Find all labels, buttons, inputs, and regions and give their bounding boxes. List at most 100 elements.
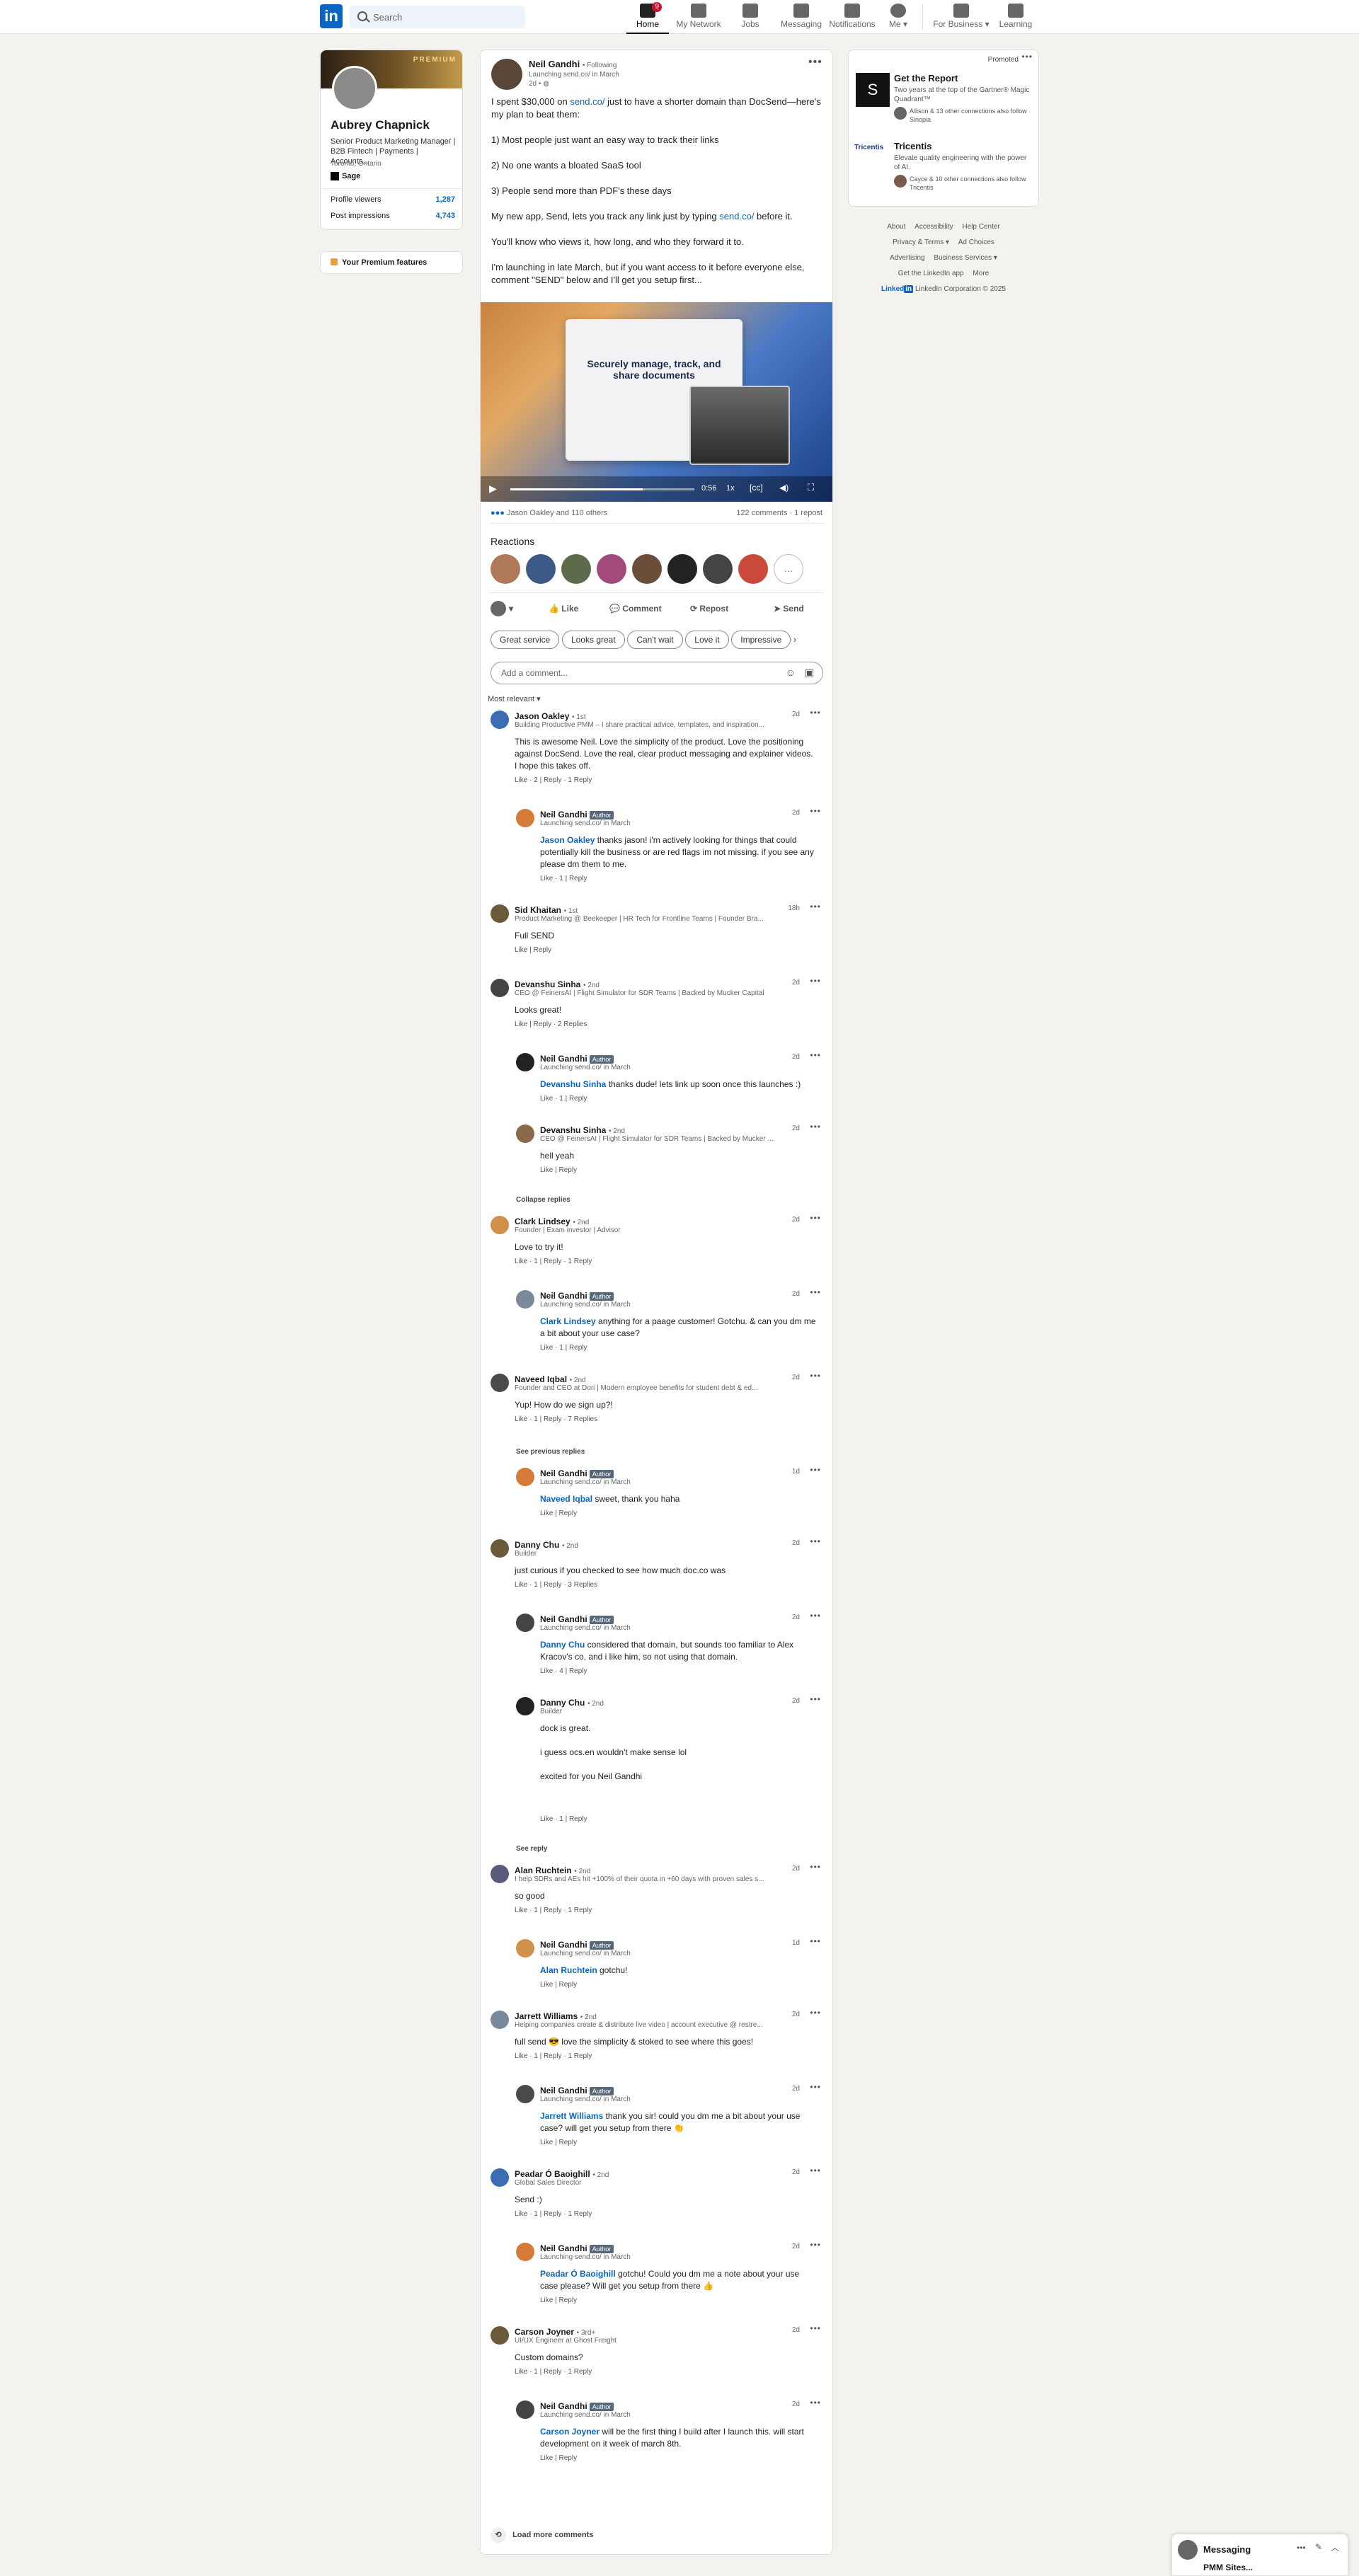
avatar[interactable] bbox=[703, 554, 733, 584]
footer-link[interactable]: Privacy & Terms ▾ bbox=[893, 238, 949, 246]
avatar[interactable] bbox=[516, 1939, 534, 1957]
avatar[interactable] bbox=[491, 979, 509, 997]
mention-link[interactable]: Devanshu Sinha bbox=[540, 1079, 606, 1089]
commenter-name[interactable]: Neil Gandhi bbox=[540, 2401, 587, 2411]
commenter-name[interactable]: Danny Chu bbox=[515, 1540, 559, 1550]
more-options-icon[interactable]: ••• bbox=[810, 2323, 821, 2333]
avatar[interactable] bbox=[491, 2168, 509, 2187]
commenter-name[interactable]: Devanshu Sinha bbox=[540, 1125, 606, 1135]
comment-actions[interactable]: Like | Reply bbox=[540, 2139, 577, 2146]
commenter-name[interactable]: Neil Gandhi bbox=[540, 1614, 587, 1624]
more-options-icon[interactable]: ••• bbox=[1297, 2543, 1306, 2553]
post-author[interactable]: Neil Gandhi • Following bbox=[529, 59, 617, 69]
more-options-icon[interactable]: ••• bbox=[810, 1050, 821, 1060]
comment-button[interactable]: 💬 Comment bbox=[609, 604, 662, 614]
comment-actions[interactable]: Like · 1 | Reply · 1 Reply bbox=[515, 2052, 592, 2060]
more-options-icon[interactable]: ••• bbox=[810, 1371, 821, 1381]
mention-link[interactable]: Carson Joyner bbox=[540, 2427, 600, 2437]
ad-title[interactable]: Get the Report bbox=[894, 73, 958, 84]
volume-icon[interactable]: ◀) bbox=[779, 483, 789, 493]
footer-link[interactable]: Help Center bbox=[962, 223, 999, 231]
ad-logo[interactable]: Tricentis bbox=[854, 144, 891, 151]
ad-more-icon[interactable]: ••• bbox=[1021, 52, 1033, 62]
footer-link[interactable]: Accessibility bbox=[914, 223, 953, 231]
avatar[interactable] bbox=[491, 1216, 509, 1234]
commenter-name[interactable]: Alan Ruchtein bbox=[515, 1865, 572, 1875]
more-options-icon[interactable]: ••• bbox=[810, 1122, 821, 1132]
more-options-icon[interactable]: ••• bbox=[808, 56, 822, 69]
more-options-icon[interactable]: ••• bbox=[810, 1611, 821, 1621]
more-reactors-button[interactable]: … bbox=[774, 554, 803, 584]
ad-logo[interactable]: S bbox=[856, 73, 890, 107]
nav-for-business[interactable]: For Business ▾ bbox=[929, 0, 994, 34]
compose-icon[interactable]: ✎ bbox=[1315, 2542, 1322, 2552]
emoji-icon[interactable]: ☺ bbox=[786, 667, 796, 678]
footer-link[interactable]: More bbox=[973, 270, 989, 277]
suggestion-pill[interactable]: Great service bbox=[491, 631, 560, 649]
commenter-name[interactable]: Peadar Ó Baoighill bbox=[515, 2169, 590, 2179]
premium-features-card[interactable]: Your Premium features bbox=[320, 251, 463, 274]
avatar[interactable] bbox=[516, 809, 534, 827]
mention-link[interactable]: Naveed Iqbal bbox=[540, 1494, 592, 1504]
avatar[interactable] bbox=[516, 1125, 534, 1143]
comment-actions[interactable]: Like · 1 | Reply · 1 Reply bbox=[515, 2210, 592, 2218]
chevron-down-icon[interactable]: ▾ bbox=[509, 604, 513, 614]
avatar[interactable] bbox=[491, 711, 509, 729]
stat-profile-viewers[interactable]: Profile viewers 1,287 bbox=[331, 195, 455, 204]
post-video[interactable]: Securely manage, track, and share docume… bbox=[481, 302, 832, 502]
footer-link[interactable]: About bbox=[887, 223, 905, 231]
nav-notifications[interactable]: Notifications bbox=[827, 0, 878, 34]
comment-actions[interactable]: Like | Reply bbox=[540, 2454, 577, 2462]
post-counts[interactable]: 122 comments · 1 repost bbox=[736, 509, 822, 517]
commenter-name[interactable]: Neil Gandhi bbox=[540, 810, 587, 820]
suggestion-pill[interactable]: Love it bbox=[685, 631, 729, 649]
suggestion-pill[interactable]: Can't wait bbox=[627, 631, 683, 649]
post-author-avatar[interactable] bbox=[491, 59, 522, 90]
more-options-icon[interactable]: ••• bbox=[810, 1465, 821, 1475]
avatar[interactable] bbox=[491, 904, 509, 923]
repost-button[interactable]: ⟳ Repost bbox=[690, 604, 728, 614]
reaction-summary[interactable]: ●●● Jason Oakley and 110 others bbox=[491, 509, 607, 517]
stat-post-impressions[interactable]: Post impressions 4,743 bbox=[331, 212, 455, 220]
footer-link[interactable]: Advertising bbox=[890, 254, 924, 262]
toggle-replies-link[interactable]: See previous replies bbox=[516, 1448, 585, 1456]
avatar[interactable] bbox=[526, 554, 556, 584]
mention-link[interactable]: Clark Lindsey bbox=[540, 1316, 596, 1326]
avatar[interactable] bbox=[516, 1468, 534, 1486]
nav-my-network[interactable]: My Network bbox=[672, 0, 725, 34]
more-options-icon[interactable]: ••• bbox=[810, 1287, 821, 1297]
commenter-name[interactable]: Danny Chu bbox=[540, 1698, 585, 1708]
nav-jobs[interactable]: Jobs bbox=[729, 0, 772, 34]
comment-actions[interactable]: Like | Reply bbox=[540, 1981, 577, 1989]
comment-input[interactable]: Add a comment... ☺ ▣ bbox=[491, 662, 823, 684]
comment-actions[interactable]: Like · 1 | Reply bbox=[540, 1344, 587, 1352]
more-options-icon[interactable]: ••• bbox=[810, 976, 821, 986]
comment-actions[interactable]: Like · 1 | Reply · 3 Replies bbox=[515, 1581, 597, 1589]
profile-name[interactable]: Aubrey Chapnick bbox=[331, 118, 430, 132]
comment-actions[interactable]: Like · 4 | Reply bbox=[540, 1667, 587, 1675]
more-options-icon[interactable]: ••• bbox=[810, 1862, 821, 1872]
more-options-icon[interactable]: ••• bbox=[810, 902, 821, 912]
more-options-icon[interactable]: ••• bbox=[810, 1936, 821, 1946]
avatar[interactable] bbox=[491, 1539, 509, 1558]
chevron-up-icon[interactable]: ︿ bbox=[1331, 2541, 1339, 2553]
more-options-icon[interactable]: ••• bbox=[810, 1536, 821, 1546]
comment-actions[interactable]: Like | Reply bbox=[515, 946, 551, 954]
avatar[interactable] bbox=[516, 1697, 534, 1715]
avatar[interactable] bbox=[516, 2085, 534, 2103]
more-options-icon[interactable]: ••• bbox=[810, 1213, 821, 1223]
captions-icon[interactable]: [cc] bbox=[750, 483, 763, 493]
more-options-icon[interactable]: ••• bbox=[810, 2166, 821, 2175]
more-options-icon[interactable]: ••• bbox=[810, 2082, 821, 2092]
image-icon[interactable]: ▣ bbox=[805, 667, 814, 679]
sort-dropdown[interactable]: Most relevant ▾ bbox=[488, 694, 541, 703]
link-send-co[interactable]: send.co/ bbox=[570, 96, 604, 107]
comment-actions[interactable]: Like | Reply bbox=[540, 1510, 577, 1517]
avatar[interactable] bbox=[632, 554, 662, 584]
mention-link[interactable]: Alan Ruchtein bbox=[540, 1965, 597, 1975]
avatar[interactable] bbox=[491, 2326, 509, 2345]
more-options-icon[interactable]: ••• bbox=[810, 806, 821, 816]
commenter-name[interactable]: Naveed Iqbal bbox=[515, 1374, 567, 1384]
more-options-icon[interactable]: ••• bbox=[810, 2008, 821, 2018]
video-speed[interactable]: 1x bbox=[726, 484, 735, 493]
